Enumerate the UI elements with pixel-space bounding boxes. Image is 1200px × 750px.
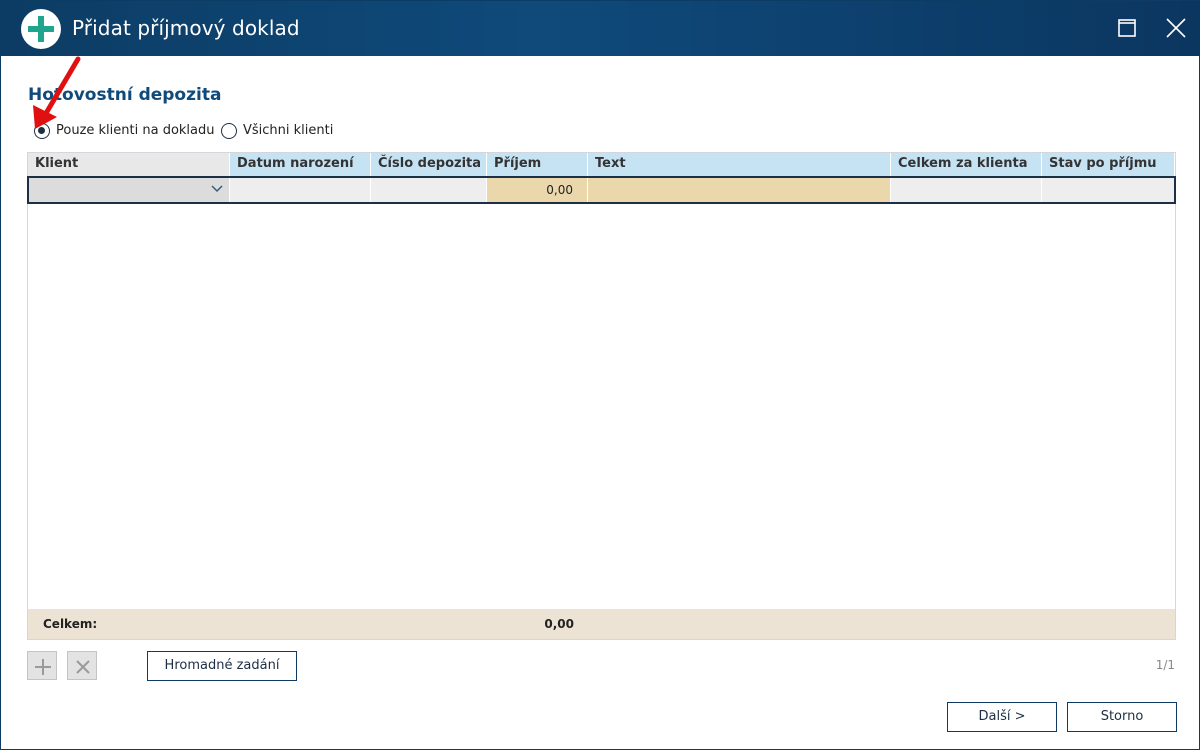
- total-income-value: 0,00: [544, 617, 574, 631]
- grid-header: Klient Datum narození Číslo depozita Pří…: [28, 153, 1175, 176]
- radio-label: Všichni klienti: [243, 123, 334, 138]
- next-button[interactable]: Další >: [947, 702, 1057, 732]
- plus-icon: [21, 9, 61, 49]
- deposits-grid: Klient Datum narození Číslo depozita Pří…: [27, 152, 1176, 640]
- table-row[interactable]: 0,00: [27, 176, 1176, 204]
- x-icon: [76, 660, 90, 674]
- radio-all-clients[interactable]: Všichni klienti: [221, 122, 341, 140]
- maximize-icon: [1118, 19, 1136, 37]
- column-header-text[interactable]: Text: [588, 153, 891, 176]
- client-select[interactable]: [29, 178, 230, 202]
- radio-circle: [221, 123, 237, 139]
- balance-after-income-cell: [1042, 178, 1174, 202]
- column-header-klient[interactable]: Klient: [28, 153, 230, 176]
- bulk-entry-button[interactable]: Hromadné zadání: [147, 651, 297, 681]
- title-bar: Přidat příjmový doklad: [1, 1, 1200, 56]
- column-header-datum-narozeni[interactable]: Datum narození: [230, 153, 371, 176]
- red-arrow-annotation: [33, 56, 81, 129]
- window-title: Přidat příjmový doklad: [72, 16, 300, 40]
- birth-date-cell: [230, 178, 371, 202]
- text-input[interactable]: [588, 178, 891, 202]
- maximize-button[interactable]: [1111, 11, 1143, 45]
- page-indicator: 1/1: [1155, 658, 1175, 672]
- column-header-celkem-za-klienta[interactable]: Celkem za klienta: [891, 153, 1042, 176]
- close-icon: [1166, 18, 1186, 38]
- close-button[interactable]: [1160, 11, 1192, 45]
- add-row-button[interactable]: [27, 651, 57, 680]
- delete-row-button[interactable]: [67, 651, 97, 680]
- grid-footer-totals: Celkem: 0,00: [28, 609, 1175, 639]
- add-income-document-dialog: Přidat příjmový doklad Hotovostní depozi…: [0, 0, 1200, 750]
- cancel-button[interactable]: Storno: [1067, 702, 1177, 732]
- column-header-cislo-depozita[interactable]: Číslo depozita: [371, 153, 487, 176]
- plus-icon: [35, 659, 51, 675]
- total-label: Celkem:: [43, 617, 98, 631]
- income-amount-input[interactable]: 0,00: [487, 178, 588, 202]
- deposit-number-cell: [371, 178, 487, 202]
- client-total-cell: [891, 178, 1042, 202]
- column-header-prijem[interactable]: Příjem: [487, 153, 588, 176]
- column-header-stav-po-prijmu[interactable]: Stav po příjmu: [1042, 153, 1175, 176]
- chevron-down-icon: [211, 185, 223, 193]
